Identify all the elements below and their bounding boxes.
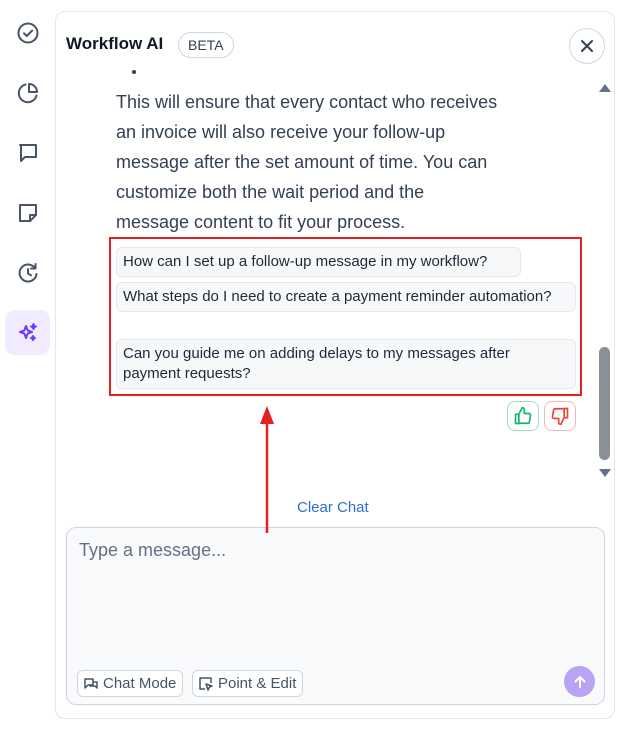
sidebar-item-history[interactable] <box>5 250 50 295</box>
thumbs-up-icon <box>514 406 532 425</box>
send-button[interactable] <box>564 666 595 697</box>
assistant-message: This will ensure that every contact who … <box>116 87 526 237</box>
message-line: message content to fit your process. <box>116 212 406 232</box>
pie-chart-icon <box>17 82 38 103</box>
sidebar-item-reports[interactable] <box>5 70 50 115</box>
panel-title: Workflow AI <box>66 34 164 53</box>
chat-bubble-icon <box>18 143 37 162</box>
clear-chat-link[interactable]: Clear Chat <box>297 499 369 516</box>
check-circle-icon <box>17 22 38 43</box>
message-composer: Chat Mode Point & Edit <box>66 527 605 705</box>
arrow-up-icon <box>574 675 585 688</box>
message-line: an invoice will also receive your follow… <box>116 122 446 142</box>
close-icon <box>581 40 593 52</box>
clock-refresh-icon <box>18 262 37 282</box>
chat-mode-icon <box>84 677 98 689</box>
suggestion-chip[interactable]: What steps do I need to create a payment… <box>116 282 576 312</box>
app-root: Workflow AI BETA This will ensure that e… <box>0 0 625 730</box>
message-input[interactable] <box>79 540 579 650</box>
workflow-ai-panel: Workflow AI BETA This will ensure that e… <box>55 11 615 719</box>
sidebar-item-conversations[interactable] <box>5 130 50 175</box>
message-line: customize both the wait period and the <box>116 182 425 202</box>
message-line: This will ensure that every contact who … <box>116 92 498 112</box>
thumbs-down-icon <box>551 407 569 426</box>
scroll-up-arrow[interactable] <box>599 84 611 92</box>
thumbs-up-button[interactable] <box>507 401 539 431</box>
chat-mode-label: Chat Mode <box>103 675 177 692</box>
close-button[interactable] <box>569 28 605 64</box>
sidebar-item-notes[interactable] <box>5 190 50 235</box>
beta-badge: BETA <box>178 32 234 58</box>
scrollbar-thumb[interactable] <box>599 347 610 460</box>
scroll-down-arrow[interactable] <box>599 469 611 477</box>
chat-messages: This will ensure that every contact who … <box>56 70 596 250</box>
point-edit-button[interactable]: Point & Edit <box>192 670 304 697</box>
sidebar-item-tasks[interactable] <box>5 10 50 55</box>
list-bullet <box>132 70 136 74</box>
message-line: message after the set amount of time. Yo… <box>116 152 488 172</box>
cursor-edit-icon <box>199 676 213 691</box>
thumbs-down-button[interactable] <box>544 401 576 431</box>
left-rail <box>0 0 56 730</box>
point-edit-label: Point & Edit <box>218 675 297 692</box>
sparkles-icon <box>18 322 37 341</box>
sticky-note-icon <box>18 203 37 222</box>
suggestion-chip[interactable]: Can you guide me on adding delays to my … <box>116 339 576 389</box>
suggestion-chip[interactable]: How can I set up a follow-up message in … <box>116 247 521 277</box>
sidebar-item-workflow-ai[interactable] <box>5 310 50 355</box>
chat-mode-button[interactable]: Chat Mode <box>77 670 184 697</box>
